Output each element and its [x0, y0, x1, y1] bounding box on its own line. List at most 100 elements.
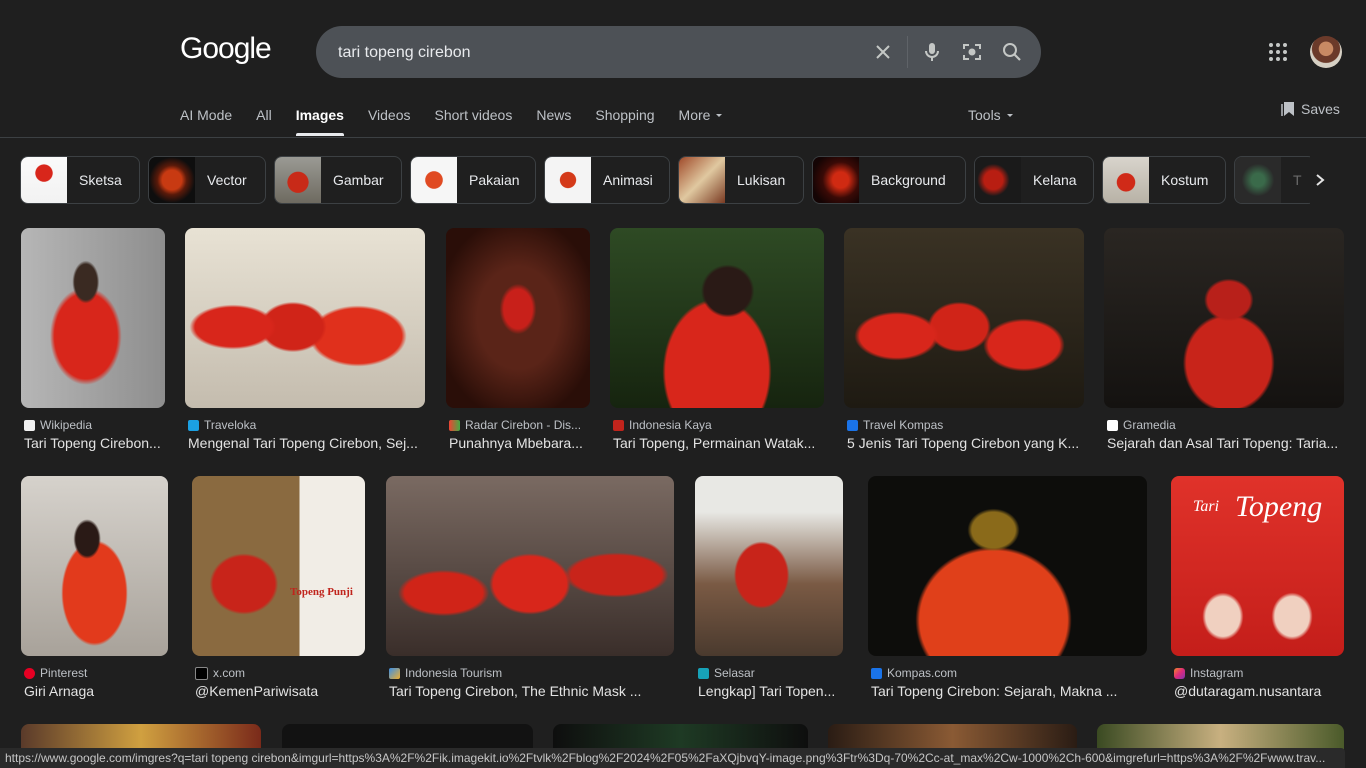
chip-pakaian[interactable]: Pakaian — [410, 156, 536, 204]
chip-background[interactable]: Background — [812, 156, 966, 204]
chip-truncated[interactable]: T — [1234, 156, 1310, 204]
chip-lukisan[interactable]: Lukisan — [678, 156, 804, 204]
result-title[interactable]: Lengkap] Tari Topen... — [695, 683, 843, 699]
pinterest-favicon-icon — [24, 667, 35, 679]
result-thumbnail — [844, 228, 1084, 408]
chip-label: Pakaian — [469, 172, 520, 188]
chip-kostum[interactable]: Kostum — [1102, 156, 1226, 204]
indonesia-kaya-favicon-icon — [613, 419, 624, 431]
kompas-favicon-icon — [847, 419, 858, 431]
result-title[interactable]: Punahnya Mbebara... — [446, 435, 590, 451]
result-title[interactable]: Tari Topeng Cirebon... — [21, 435, 165, 451]
result-title[interactable]: Tari Topeng Cirebon, The Ethnic Mask ... — [386, 683, 674, 699]
result-title[interactable]: @KemenPariwisata — [192, 683, 365, 699]
apps-grid-icon[interactable] — [1264, 38, 1292, 66]
result-title[interactable]: Sejarah dan Asal Tari Topeng: Taria... — [1104, 435, 1344, 451]
top-bar: Google AI Mode All Images Videos — [0, 0, 1366, 138]
tab-more[interactable]: More — [679, 96, 725, 136]
result-title[interactable]: Giri Arnaga — [21, 683, 168, 699]
tab-news[interactable]: News — [536, 96, 571, 136]
tools-label: Tools — [968, 107, 1001, 123]
source-name: Gramedia — [1123, 418, 1176, 432]
result-title[interactable]: Tari Topeng, Permainan Watak... — [610, 435, 824, 451]
tab-more-label: More — [678, 107, 711, 123]
chip-animasi[interactable]: Animasi — [544, 156, 670, 204]
result-source: Kompas.com — [868, 666, 1147, 680]
search-input[interactable] — [336, 26, 860, 80]
clear-icon[interactable] — [870, 39, 896, 65]
chip-label: Gambar — [333, 172, 384, 188]
kompas-favicon-icon — [871, 667, 882, 679]
result-thumbnail: Tari Topeng — [1171, 476, 1344, 656]
source-name: Kompas.com — [887, 666, 958, 680]
chip-thumbnail — [813, 157, 859, 203]
tab-ai-mode[interactable]: AI Mode — [180, 96, 232, 136]
lens-camera-icon[interactable] — [959, 39, 985, 65]
result-title[interactable]: 5 Jenis Tari Topeng Cirebon yang K... — [844, 435, 1084, 451]
image-overlay-title-2: Topeng — [1235, 490, 1323, 523]
source-name: Indonesia Tourism — [405, 666, 503, 680]
status-bar-url: https://www.google.com/imgres?q=tari top… — [0, 748, 1345, 768]
caret-down-icon — [716, 114, 723, 117]
chip-thumbnail — [411, 157, 457, 203]
image-result[interactable]: Radar Cirebon - Dis... Punahnya Mbebara.… — [446, 228, 590, 451]
account-avatar[interactable] — [1310, 36, 1342, 68]
result-thumbnail — [868, 476, 1147, 656]
result-source: Selasar — [695, 666, 843, 680]
image-result[interactable]: Indonesia Tourism Tari Topeng Cirebon, T… — [386, 476, 674, 699]
image-overlay-title-1: Tari — [1193, 498, 1220, 515]
result-title[interactable]: Tari Topeng Cirebon: Sejarah, Makna ... — [868, 683, 1147, 699]
image-result[interactable]: Kompas.com Tari Topeng Cirebon: Sejarah,… — [868, 476, 1147, 699]
result-title[interactable]: @dutaragam.nusantara — [1171, 683, 1344, 699]
result-thumbnail — [386, 476, 674, 656]
result-source: Instagram — [1171, 666, 1344, 680]
image-result[interactable]: Indonesia Kaya Tari Topeng, Permainan Wa… — [610, 228, 824, 451]
chip-thumbnail — [149, 157, 195, 203]
chip-thumbnail — [1235, 157, 1281, 203]
image-result[interactable]: Wikipedia Tari Topeng Cirebon... — [21, 228, 165, 451]
result-thumbnail — [695, 476, 843, 656]
caret-down-icon — [1006, 114, 1013, 117]
tab-all[interactable]: All — [256, 96, 272, 136]
chip-thumbnail — [545, 157, 591, 203]
instagram-favicon-icon — [1174, 667, 1185, 679]
image-result[interactable]: Traveloka Mengenal Tari Topeng Cirebon, … — [185, 228, 425, 451]
result-title[interactable]: Mengenal Tari Topeng Cirebon, Sej... — [185, 435, 425, 451]
search-icon[interactable] — [999, 39, 1025, 65]
chip-kelana[interactable]: Kelana — [974, 156, 1094, 204]
search-box[interactable] — [316, 26, 1041, 80]
result-source: Pinterest — [21, 666, 168, 680]
refinement-chips: Sketsa Vector Gambar Pakaian Animasi Luk… — [20, 156, 1310, 204]
chevron-right-icon[interactable] — [1306, 166, 1334, 194]
image-result[interactable]: Gramedia Sejarah dan Asal Tari Topeng: T… — [1104, 228, 1344, 451]
chip-label: Vector — [207, 172, 247, 188]
chip-vector[interactable]: Vector — [148, 156, 266, 204]
image-result[interactable]: Travel Kompas 5 Jenis Tari Topeng Cirebo… — [844, 228, 1084, 451]
chip-label: Kostum — [1161, 172, 1209, 188]
image-result[interactable]: Tari Topeng Instagram @dutaragam.nusanta… — [1171, 476, 1344, 699]
image-result[interactable]: Pinterest Giri Arnaga — [21, 476, 168, 699]
image-result[interactable]: Topeng Punji x.com @KemenPariwisata — [192, 476, 365, 699]
tools-button[interactable]: Tools — [968, 96, 1015, 134]
tab-short-videos[interactable]: Short videos — [435, 96, 513, 136]
saves-button[interactable]: Saves — [1281, 101, 1340, 117]
source-name: Pinterest — [40, 666, 88, 680]
source-name: Travel Kompas — [863, 418, 944, 432]
saves-label: Saves — [1301, 101, 1340, 117]
tab-images[interactable]: Images — [295, 96, 345, 136]
result-source: Radar Cirebon - Dis... — [446, 418, 590, 432]
tab-shopping[interactable]: Shopping — [595, 96, 654, 136]
tab-videos[interactable]: Videos — [368, 96, 411, 136]
microphone-icon[interactable] — [919, 39, 945, 65]
source-name: Instagram — [1190, 666, 1244, 680]
gramedia-favicon-icon — [1107, 419, 1118, 431]
chip-gambar[interactable]: Gambar — [274, 156, 402, 204]
google-logo[interactable]: Google — [180, 32, 272, 66]
search-divider — [907, 36, 908, 68]
source-name: Indonesia Kaya — [629, 418, 712, 432]
x-favicon-icon — [195, 666, 208, 680]
chip-sketsa[interactable]: Sketsa — [20, 156, 140, 204]
chip-thumbnail — [275, 157, 321, 203]
chip-thumbnail — [1103, 157, 1149, 203]
image-result[interactable]: Selasar Lengkap] Tari Topen... — [695, 476, 843, 699]
